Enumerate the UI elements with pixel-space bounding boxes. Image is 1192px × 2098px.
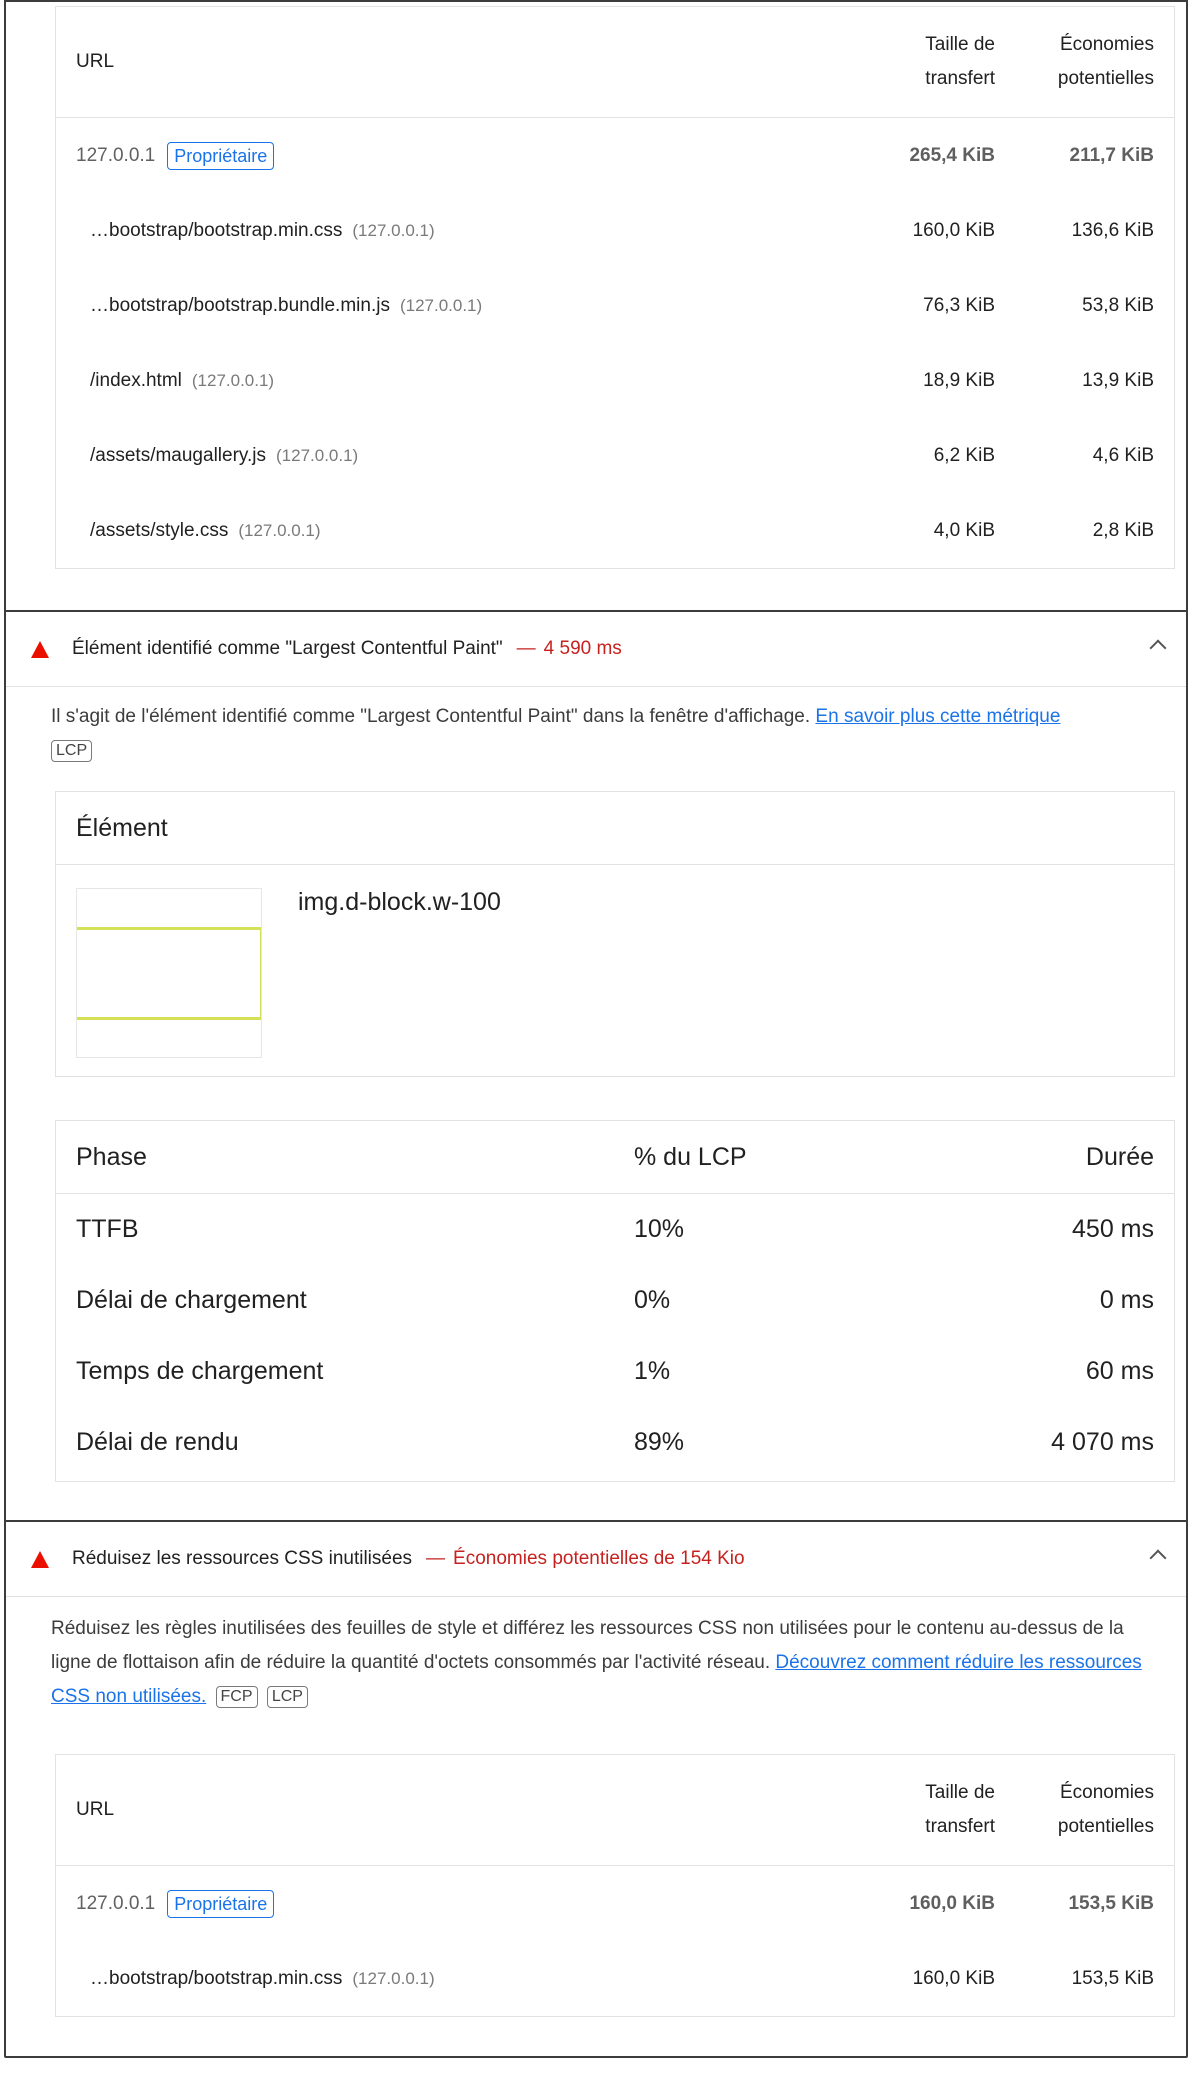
phase-table-header: Phase % du LCP Durée [56,1121,1174,1194]
lcp-audit-header[interactable]: Élément identifié comme "Largest Content… [6,612,1186,687]
phase-row: Délai de rendu 89% 4 070 ms [76,1428,1154,1456]
table-row: /assets/style.css (127.0.0.1) 4,0 KiB 2,8… [90,519,1154,542]
resource-url[interactable]: …bootstrap/bootstrap.min.css [90,220,342,242]
col-url: URL [76,51,115,72]
table-row: …bootstrap/bootstrap.min.css (127.0.0.1) … [90,219,1154,242]
table-row: /index.html (127.0.0.1) 18,9 KiB 13,9 KiB [90,369,1154,392]
resource-url[interactable]: …bootstrap/bootstrap.min.css [90,1968,342,1990]
audit-description: Réduisez les règles inutilisées des feui… [51,1618,1142,1708]
phase-row: Temps de chargement 1% 60 ms [76,1357,1154,1385]
col-transfer-size: Taille de transfert [925,34,995,89]
table-row: /assets/maugallery.js (127.0.0.1) 6,2 KiB… [90,444,1154,467]
group-savings: 211,7 KiB [1069,144,1155,166]
table-row-group: 127.0.0.1 Propriétaire 160,0 KiB 153,5 Ki… [56,1866,1174,1941]
group-size: 265,4 KiB [909,144,995,166]
resource-url[interactable]: /assets/style.css [90,520,228,542]
col-potential-savings: Économies potentielles [1057,34,1154,89]
group-host: 127.0.0.1 [76,144,156,166]
element-box: Élément img.d-block.w-100 [55,791,1175,1077]
table-header: URL Taille de transfert Économies potentie… [56,1755,1174,1866]
element-thumbnail [76,888,262,1058]
lcp-chip: LCP [51,739,93,762]
audit-title: Élément identifié comme "Largest Content… [72,638,503,659]
chevron-up-icon[interactable] [1149,639,1167,657]
learn-more-link[interactable]: En savoir plus cette métrique [815,706,1060,727]
resource-table: URL Taille de transfert Économies potentie… [55,1754,1175,2017]
warning-triangle-icon [31,640,49,658]
owner-badge: Propriétaire [167,1889,275,1918]
audit-title: Réduisez les ressources CSS inutilisées [72,1548,413,1569]
chevron-up-icon[interactable] [1149,1549,1167,1567]
phase-row: TTFB 10% 450 ms [76,1215,1154,1243]
resource-table: URL Taille de transfert Économies potentie… [55,6,1175,569]
unused-css-audit-panel: Réduisez les ressources CSS inutilisées … [4,1520,1188,2058]
table-row: …bootstrap/bootstrap.bundle.min.js (127.0… [90,294,1154,317]
table-row-group: 127.0.0.1 Propriétaire 265,4 KiB 211,7 Ki… [56,118,1174,193]
audit-value: Économies potentielles de 154 Kio [453,1548,745,1569]
element-header: Élément [56,792,1174,865]
lcp-chip: LCP [266,1685,308,1708]
warning-triangle-icon [31,1550,49,1568]
resource-url[interactable]: …bootstrap/bootstrap.bundle.min.js [90,295,390,317]
unused-css-audit-header[interactable]: Réduisez les ressources CSS inutilisées … [6,1522,1186,1597]
table-header: URL Taille de transfert Économies potentie… [56,7,1174,118]
resource-url[interactable]: /index.html [90,370,182,392]
fcp-chip: FCP [215,1685,258,1708]
owner-badge: Propriétaire [167,141,275,170]
audit-description: Il s'agit de l'élément identifié comme "… [51,700,1161,768]
phase-table: Phase % du LCP Durée TTFB 10% 450 ms Dél… [55,1120,1175,1482]
audit-value: 4 590 ms [543,638,622,659]
lcp-audit-panel: Élément identifié comme "Largest Content… [4,610,1188,1522]
table-row: …bootstrap/bootstrap.min.css (127.0.0.1) … [90,1967,1154,1990]
resource-url[interactable]: /assets/maugallery.js [90,445,266,467]
diagnostic-panel-top: URL Taille de transfert Économies potentie… [4,0,1188,612]
element-selector[interactable]: img.d-block.w-100 [298,888,501,917]
phase-row: Délai de chargement 0% 0 ms [76,1286,1154,1314]
